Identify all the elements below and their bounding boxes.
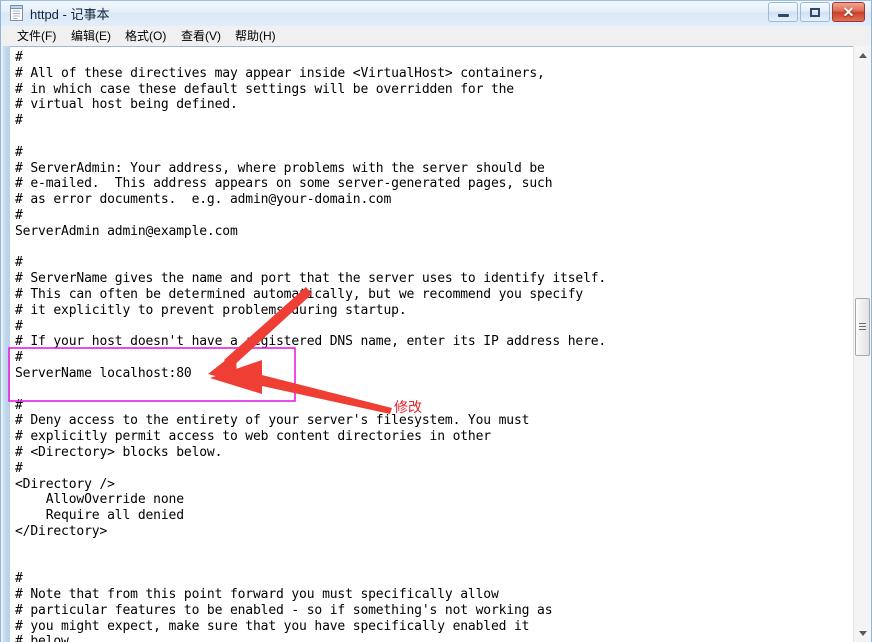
menu-item-edit[interactable]: 编辑(E): [67, 28, 115, 45]
editor-line: #: [15, 350, 23, 366]
editor-line: # ServerAdmin: Your address, where probl…: [15, 160, 545, 176]
editor-line: AllowOverride none: [15, 492, 184, 508]
editor-line: # particular features to be enabled - so…: [15, 602, 553, 618]
editor-line: Require all denied: [15, 508, 184, 524]
title-bar[interactable]: httpd - 记事本 ✕: [0, 0, 872, 26]
maximize-button[interactable]: [800, 2, 830, 22]
triangle-down-icon: [859, 631, 867, 636]
minimize-button[interactable]: [768, 2, 798, 22]
menu-item-file[interactable]: 文件(F): [13, 28, 60, 45]
scroll-down-arrow-icon[interactable]: [854, 624, 871, 642]
window-left-edge: [1, 46, 10, 642]
editor-line: #: [15, 50, 23, 65]
menu-item-format[interactable]: 格式(O): [121, 28, 170, 45]
notepad-icon: [10, 5, 23, 21]
editor-line: #: [15, 113, 23, 129]
grip-line: [859, 329, 866, 330]
editor-line: # <Directory> blocks below.: [15, 444, 223, 460]
editor-line: #: [15, 571, 23, 587]
menu-item-view[interactable]: 查看(V): [177, 28, 225, 45]
editor-line: ServerAdmin admin@example.com: [15, 223, 238, 239]
editor-line: # If your host doesn't have a registered…: [15, 334, 607, 350]
close-icon: ✕: [842, 4, 855, 20]
editor-line: #: [15, 207, 23, 223]
triangle-up-icon: [859, 53, 867, 58]
grip-line: [859, 323, 866, 324]
editor-line: #: [15, 255, 23, 271]
text-editor[interactable]: # # All of these directives may appear in…: [10, 46, 871, 642]
editor-line: # below.: [15, 634, 77, 642]
scrollbar-thumb[interactable]: [855, 298, 870, 356]
editor-line: # you might expect, make sure that you h…: [15, 618, 530, 634]
minimize-icon: [778, 14, 789, 17]
editor-line: # as error documents. e.g. admin@your-do…: [15, 192, 392, 208]
editor-line: # All of these directives may appear ins…: [15, 65, 545, 81]
editor-line: #: [15, 144, 23, 160]
maximize-icon: [810, 8, 820, 17]
scroll-up-arrow-icon[interactable]: [854, 46, 871, 64]
window-title: httpd - 记事本: [30, 7, 110, 22]
editor-line: # Note that from this point forward you …: [15, 587, 499, 603]
editor-line: # e-mailed. This address appears on some…: [15, 176, 553, 192]
editor-line: # virtual host being defined.: [15, 97, 238, 113]
editor-line: #: [15, 318, 23, 334]
editor-line: #: [15, 460, 23, 476]
editor-text-content[interactable]: # # All of these directives may appear in…: [15, 50, 845, 642]
client-area: # # All of these directives may appear in…: [1, 46, 871, 642]
menu-bar: 文件(F) 编辑(E) 格式(O) 查看(V) 帮助(H): [1, 26, 871, 47]
editor-line: #: [15, 397, 23, 413]
grip-line: [859, 326, 866, 327]
editor-line: ServerName localhost:80: [15, 365, 192, 381]
editor-line: # explicitly permit access to web conten…: [15, 429, 491, 445]
close-button[interactable]: ✕: [832, 2, 865, 22]
notepad-window: httpd - 记事本 ✕ 文件(F) 编辑(E) 格式(O) 查看(V) 帮助…: [0, 0, 872, 642]
menu-item-help[interactable]: 帮助(H): [231, 28, 280, 45]
editor-line: # in which case these default settings w…: [15, 81, 514, 97]
editor-line: # Deny access to the entirety of your se…: [15, 413, 530, 429]
window-left-edge-highlight: [1, 46, 3, 642]
editor-line: </Directory>: [15, 523, 108, 539]
editor-line: # ServerName gives the name and port tha…: [15, 271, 607, 287]
editor-line: <Directory />: [15, 476, 115, 492]
editor-line: # This can often be determined automatic…: [15, 286, 584, 302]
editor-line: # it explicitly to prevent problems duri…: [15, 302, 407, 318]
vertical-scrollbar[interactable]: [853, 46, 871, 642]
